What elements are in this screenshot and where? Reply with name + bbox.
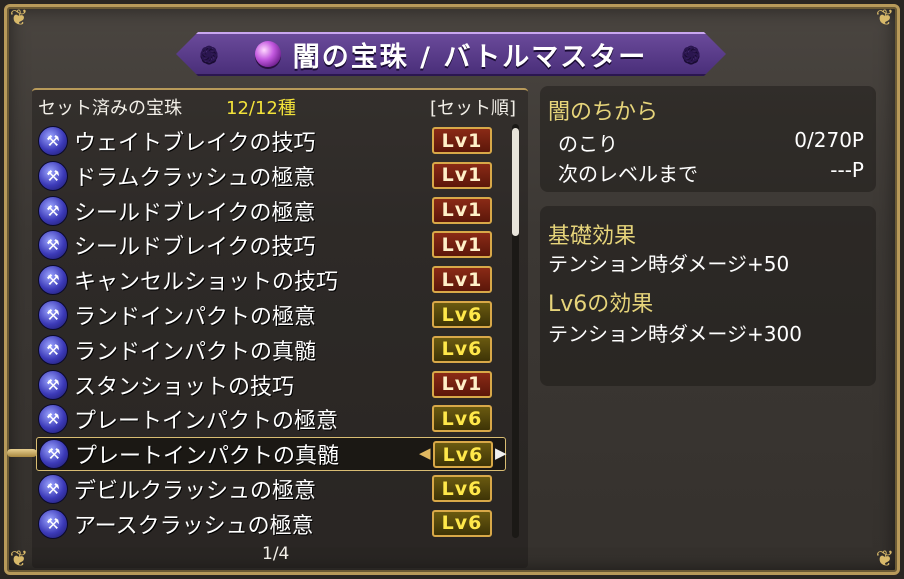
orb-name: シールドブレイクの技巧 — [74, 235, 316, 261]
dark-power-box: 闇のちから のこり 0/270P 次のレベルまで ---P — [540, 86, 876, 192]
next-level-value: ---P — [830, 158, 864, 182]
remaining-value: 0/270P — [794, 128, 864, 152]
effects-box: 基礎効果 テンション時ダメージ+50 Lv6の効果 テンション時ダメージ+300 — [540, 206, 876, 386]
page-title: 闇の宝珠 / バトルマスター — [292, 41, 648, 73]
orb-list-item[interactable]: ⚒ プレートインパクトの真髄 Lv6 ◀ ▶ — [7, 437, 507, 472]
selection-pointer-icon — [7, 449, 37, 458]
remaining-label: のこり — [558, 132, 618, 156]
orb-name: ランドインパクトの極意 — [74, 305, 317, 330]
corner-ornament-icon: ❦ — [875, 6, 895, 31]
swirl-icon: ֍ — [200, 43, 220, 68]
list-header: セット済みの宝珠 12/12種 [セット順] — [38, 94, 516, 120]
orb-name: シールドブレイクの極意 — [74, 200, 316, 226]
orb-gem-icon: ⚒ — [38, 474, 68, 504]
scrollbar-thumb[interactable] — [512, 128, 519, 236]
level-badge: Lv1 — [432, 161, 492, 189]
level-effect-text: テンション時ダメージ+300 — [548, 322, 802, 346]
orb-count: 12/12種 — [226, 98, 296, 119]
orb-gem-icon: ⚒ — [38, 195, 68, 226]
orb-list-item[interactable]: ⚒ ランドインパクトの真髄 Lv6 — [36, 333, 506, 367]
level-badge: Lv1 — [432, 266, 492, 294]
level-badge: Lv6 — [432, 509, 492, 537]
orb-list-item[interactable]: ⚒ プレートインパクトの極意 Lv6 — [36, 402, 506, 436]
level-increase-arrow-icon[interactable]: ▶ — [495, 444, 507, 462]
orb-name: プレートインパクトの極意 — [74, 409, 339, 435]
set-orbs-label: セット済みの宝珠 — [38, 98, 182, 119]
next-level-label: 次のレベルまで — [558, 162, 698, 186]
orb-list-item[interactable]: ⚒ ウェイトブレイクの技巧 Lv1 — [36, 124, 506, 158]
orb-name: ウェイトブレイクの技巧 — [74, 131, 316, 156]
sort-order-button[interactable]: [セット順] — [430, 94, 516, 120]
orb-list-item[interactable]: ⚒ シールドブレイクの技巧 Lv1 — [36, 228, 506, 262]
orb-gem-icon: ⚒ — [39, 439, 69, 470]
corner-ornament-icon: ❦ — [9, 547, 29, 572]
orb-gem-icon: ⚒ — [38, 126, 68, 156]
orb-name: アースクラッシュの極意 — [74, 513, 314, 539]
orb-list-item[interactable]: ⚒ ランドインパクトの極意 Lv6 — [36, 298, 506, 332]
orb-name: キャンセルショットの技巧 — [74, 270, 339, 296]
orb-list-item[interactable]: ⚒ ドラムクラッシュの極意 Lv1 — [36, 159, 506, 193]
orb-name: ドラムクラッシュの極意 — [74, 165, 316, 191]
swirl-icon: ֍ — [682, 43, 702, 68]
title-banner: ֍ 闇の宝珠 / バトルマスター ֍ — [176, 32, 726, 76]
page-indicator: 1/4 — [262, 544, 290, 564]
orb-list-item[interactable]: ⚒ デビルクラッシュの極意 Lv6 — [36, 472, 506, 506]
corner-ornament-icon: ❦ — [9, 6, 29, 31]
orb-gem-icon: ⚒ — [38, 404, 68, 435]
level-effect-title: Lv6の効果 — [548, 292, 654, 317]
level-badge: Lv1 — [432, 231, 492, 259]
corner-ornament-icon: ❦ — [875, 547, 895, 572]
orb-gem-icon: ⚒ — [38, 265, 68, 296]
level-badge: Lv6 — [432, 405, 492, 433]
level-badge: Lv6 — [432, 335, 492, 363]
orb-list-item[interactable]: ⚒ スタンショットの技巧 Lv1 — [36, 368, 506, 402]
level-badge: Lv6 — [433, 441, 493, 469]
base-effect-title: 基礎効果 — [548, 224, 637, 249]
orb-name: スタンショットの技巧 — [74, 374, 295, 400]
orb-icon — [254, 41, 281, 67]
orb-gem-icon: ⚒ — [38, 334, 68, 365]
orb-gem-icon: ⚒ — [38, 160, 68, 191]
orb-list-item[interactable]: ⚒ シールドブレイクの極意 Lv1 — [36, 194, 506, 228]
level-badge: Lv1 — [432, 127, 492, 154]
orb-list-item[interactable]: ⚒ キャンセルショットの技巧 Lv1 — [36, 263, 506, 297]
dark-power-title: 闇のちから — [548, 100, 659, 125]
orb-gem-icon: ⚒ — [38, 369, 68, 400]
orb-gem-icon: ⚒ — [38, 230, 68, 261]
base-effect-text: テンション時ダメージ+50 — [548, 252, 790, 276]
level-decrease-arrow-icon[interactable]: ◀ — [419, 444, 431, 462]
orb-name: プレートインパクトの真髄 — [75, 444, 340, 470]
list-scrollbar[interactable] — [512, 124, 519, 538]
level-badge: Lv1 — [432, 370, 492, 398]
orb-name: ランドインパクトの真髄 — [74, 339, 317, 365]
level-badge: Lv6 — [432, 301, 492, 328]
orb-name: デビルクラッシュの極意 — [74, 479, 317, 504]
orb-gem-icon: ⚒ — [38, 300, 68, 330]
orb-gem-icon: ⚒ — [38, 508, 68, 539]
level-badge: Lv6 — [432, 475, 492, 502]
orb-list-item[interactable]: ⚒ アースクラッシュの極意 Lv6 — [36, 507, 506, 541]
level-badge: Lv1 — [432, 196, 492, 224]
